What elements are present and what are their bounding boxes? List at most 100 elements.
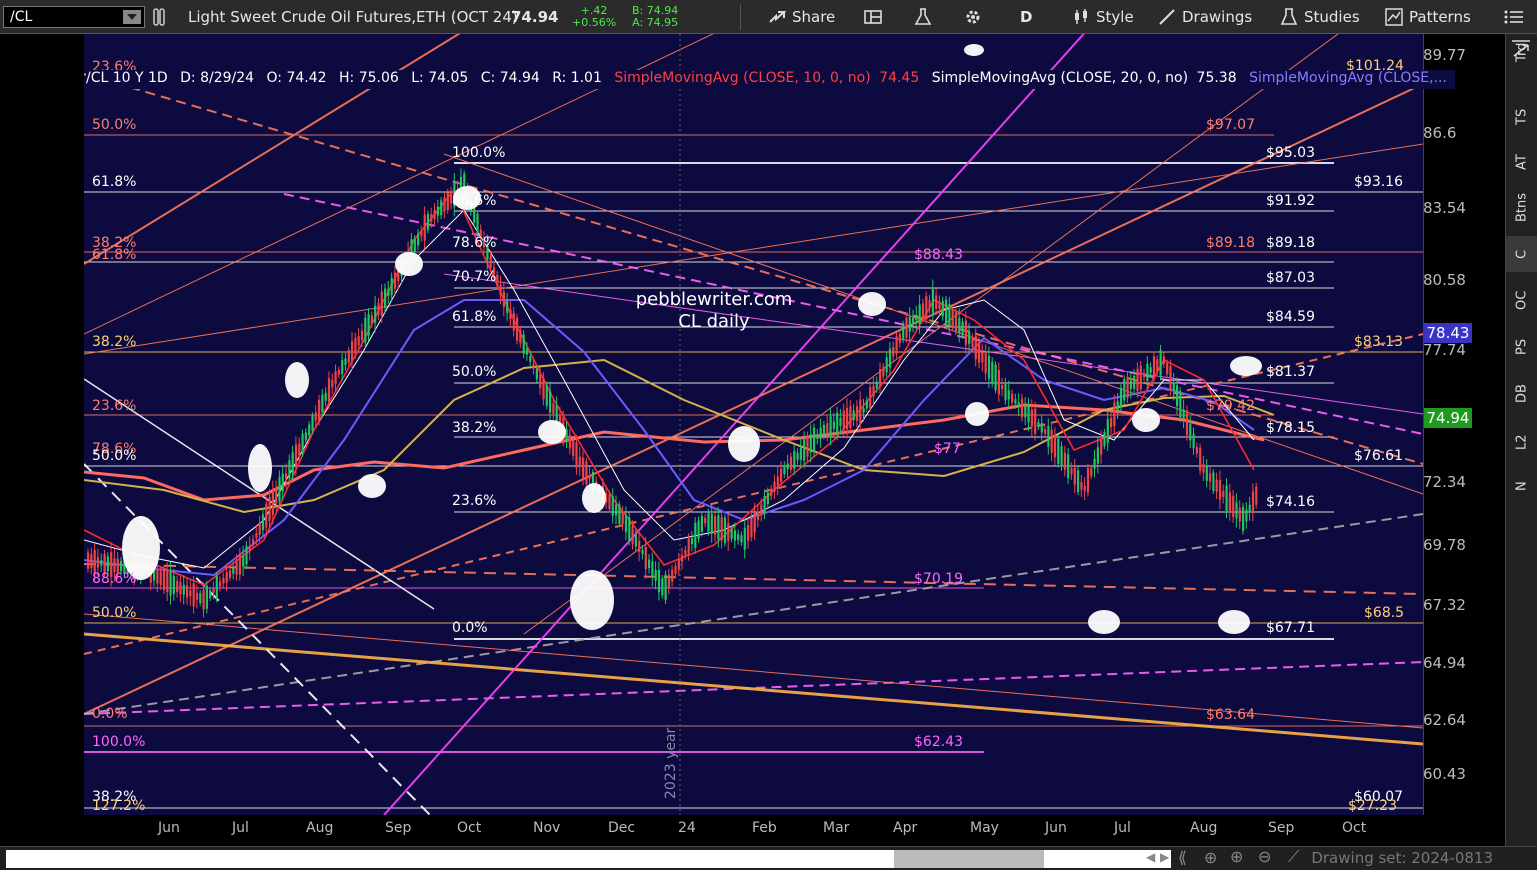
candle-body — [674, 566, 677, 574]
candle-body — [215, 576, 218, 599]
share-label: Share — [792, 8, 836, 26]
candle-body — [948, 304, 951, 327]
candle-body — [690, 538, 694, 545]
candle-body — [753, 510, 756, 533]
sidebar-tab-ts[interactable]: TS — [1506, 99, 1537, 135]
scroll-right-icon[interactable]: ▶ — [1160, 850, 1169, 864]
sidebar-tab-trd[interactable]: Trd — [1506, 34, 1537, 70]
sidebar-tab-n[interactable]: N — [1506, 468, 1537, 504]
candle-body — [925, 296, 928, 320]
sidebar-tab-btns[interactable]: Btns — [1506, 189, 1537, 225]
candle-body — [730, 528, 733, 539]
candle-body — [166, 571, 169, 593]
chart-area[interactable]: 2023 year 23.6% 50.0% 61.8% 38.2% 61.8% 38.2% 2… — [2, 0, 1505, 846]
sidebar-tab-l2[interactable]: L2 — [1506, 424, 1537, 460]
chevron-down-icon[interactable] — [123, 10, 141, 24]
price-axis-label: 69.78 — [1423, 535, 1466, 554]
candle-body — [931, 289, 934, 314]
candle-body — [776, 476, 779, 486]
sidebar-tab-at[interactable]: AT — [1506, 144, 1537, 180]
zoom-in-icon[interactable]: ⊕ — [1230, 847, 1243, 866]
studies-button[interactable]: Studies — [1280, 0, 1360, 34]
time-axis-label: Sep — [1268, 820, 1295, 836]
candle-body — [1242, 506, 1245, 531]
candle-body — [341, 360, 344, 375]
candle-body — [905, 317, 908, 338]
drawings-button[interactable]: Drawings — [1158, 0, 1252, 34]
candle-body — [506, 301, 509, 313]
legend-date: D: 8/29/24 — [180, 70, 255, 86]
candle-body — [496, 274, 499, 287]
candle-body — [1053, 435, 1057, 458]
beaker-icon — [1280, 8, 1298, 25]
candle-body — [278, 477, 281, 502]
patterns-button[interactable]: Patterns — [1385, 0, 1471, 34]
candle-body — [832, 421, 835, 429]
sidebar-tab-oc[interactable]: OC — [1506, 282, 1537, 318]
candle-body — [793, 450, 796, 469]
price-level-label: $62.43 — [914, 734, 963, 750]
price-plot[interactable]: 2023 year 23.6% 50.0% 61.8% 38.2% 61.8% 38.2% 2… — [83, 0, 1424, 820]
scroll-left-icon[interactable]: ◀ — [1146, 850, 1155, 864]
candle-body — [941, 301, 944, 317]
candle-body — [697, 520, 700, 539]
candle-body — [852, 410, 855, 420]
share-button[interactable]: Share — [768, 0, 835, 34]
candle-body — [974, 335, 977, 360]
time-axis-label: Aug — [306, 820, 334, 836]
chart-canvas[interactable]: 2023 year 23.6% 50.0% 61.8% 38.2% 61.8% 38.2% 2… — [83, 0, 1424, 820]
candle-body — [816, 434, 819, 439]
candle-body — [162, 569, 166, 591]
link-icon[interactable] — [152, 0, 166, 34]
watermark-caption: CL daily — [678, 311, 750, 332]
candle-body — [364, 317, 367, 343]
candle-body — [199, 593, 202, 604]
sidebar-tab-ps[interactable]: PS — [1506, 329, 1537, 365]
highlight-ellipse-10 — [858, 292, 886, 316]
candle-body — [545, 384, 548, 406]
candle-body — [245, 546, 248, 565]
settings-button[interactable] — [964, 0, 988, 34]
flexible-grid-button[interactable] — [864, 0, 888, 34]
candle-body — [512, 313, 515, 331]
price-level-label: $27.23 — [1348, 798, 1397, 814]
candle-body — [225, 572, 228, 583]
time-scrollbar[interactable]: ◀ ▶ — [6, 850, 1171, 868]
candle-body — [522, 334, 525, 354]
style-button[interactable]: Style — [1072, 0, 1134, 34]
candle-body — [1057, 438, 1060, 464]
symbol-input[interactable]: /CL — [3, 6, 145, 28]
draw-icon[interactable]: ⟋ — [1288, 847, 1299, 867]
time-axis-label: 24 — [678, 820, 696, 836]
candle-body — [232, 567, 235, 574]
crosshair-icon[interactable]: ⊕ — [1204, 848, 1217, 867]
sidebar-tab-c[interactable]: C — [1506, 236, 1537, 272]
candle-body — [1080, 482, 1083, 490]
candle-body — [1255, 486, 1258, 505]
candle-body — [1182, 409, 1185, 419]
period-button[interactable]: D — [1020, 0, 1032, 34]
candle-body — [90, 554, 93, 569]
scrollbar-thumb[interactable] — [894, 850, 1044, 868]
candle-body — [113, 558, 116, 572]
menu-button[interactable] — [1503, 0, 1525, 34]
candle-body — [766, 492, 769, 505]
candle-body — [120, 561, 123, 572]
time-axis-label: Jul — [232, 820, 249, 836]
sidebar-tab-db[interactable]: DB — [1506, 376, 1537, 412]
studies-lab-button[interactable] — [914, 0, 938, 34]
candle-body — [681, 555, 684, 562]
candle-body — [717, 515, 720, 540]
candle-body — [1205, 465, 1208, 481]
candle-body — [921, 303, 925, 319]
highlight-ellipse-3 — [358, 474, 386, 498]
time-axis-label: Dec — [608, 820, 636, 836]
drawing-set-label: Drawing set: 2024-0813 — [1311, 849, 1493, 867]
candle-body — [1156, 359, 1159, 371]
expand-icon[interactable]: ⟪ — [1178, 848, 1187, 867]
candle-body — [783, 465, 786, 475]
zoom-out-icon[interactable]: ⊖ — [1258, 847, 1271, 866]
candle-body — [159, 571, 162, 586]
price-level-label: $63.64 — [1206, 707, 1255, 723]
candle-body — [971, 338, 974, 348]
